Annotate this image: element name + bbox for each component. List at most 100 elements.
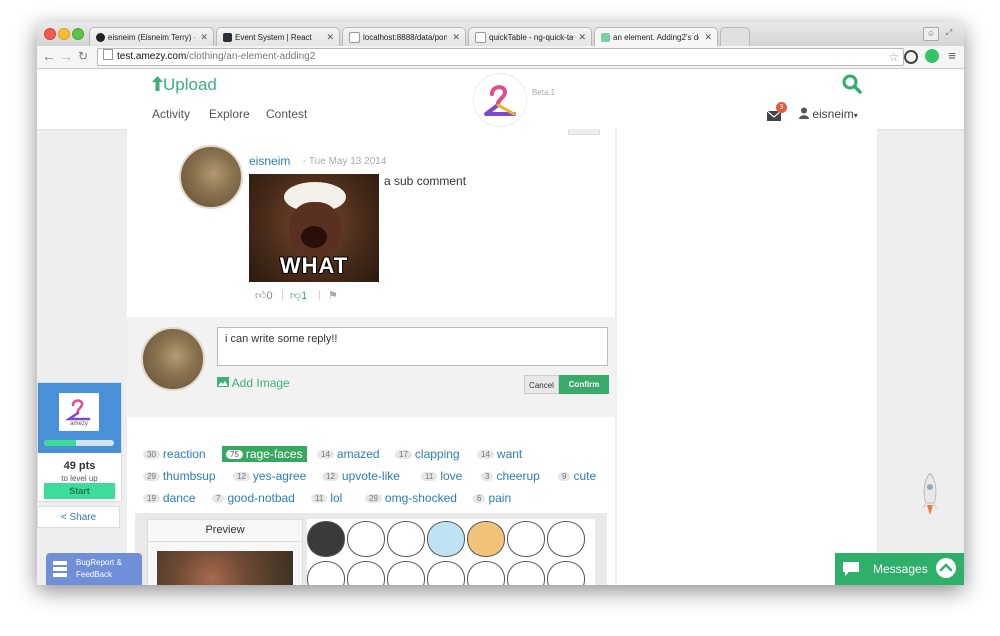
close-tab-icon[interactable]: ✕ — [200, 32, 208, 43]
rage-face-item[interactable] — [387, 521, 425, 557]
nav-contest[interactable]: Contest — [266, 107, 307, 121]
close-tab-icon[interactable]: ✕ — [704, 32, 712, 43]
tag-item[interactable]: 12 upvote-like — [322, 469, 400, 483]
confirm-button[interactable]: Confirm — [559, 375, 609, 394]
tag-item[interactable]: 29 thumbsup — [143, 469, 216, 483]
upvote-count: 0 — [266, 290, 273, 302]
tag-item[interactable]: 6 pain — [473, 491, 511, 505]
add-image-label: Add Image — [231, 376, 290, 390]
tag-item[interactable]: 75 rage-faces — [222, 446, 307, 462]
rocket-icon[interactable] — [917, 472, 943, 522]
browser-tab-active[interactable]: an element. Adding2's det ✕ — [594, 27, 718, 46]
url-path: /clothing/an-element-adding2 — [186, 51, 316, 62]
tag-item[interactable]: 19 dance — [143, 491, 196, 505]
tag-item[interactable]: 14 amazed — [317, 447, 380, 461]
tag-item[interactable]: 14 want — [477, 447, 522, 461]
rage-face-item[interactable] — [427, 561, 465, 585]
rage-face-item[interactable] — [347, 561, 385, 585]
browser-tab[interactable]: eisneim (Eisneim Terry) · G ✕ — [89, 27, 214, 46]
tag-item[interactable]: 11 love — [421, 469, 462, 483]
tag-item[interactable]: 9 cute — [558, 469, 596, 483]
page-icon — [349, 31, 360, 43]
comment-image[interactable]: WHAT — [249, 174, 379, 282]
mail-count-badge: 3 — [776, 102, 787, 113]
tag-item[interactable]: 17 clapping — [395, 447, 460, 461]
rage-face-item[interactable] — [307, 521, 345, 557]
chevron-up-icon[interactable] — [936, 558, 956, 578]
user-menu[interactable]: eisneim▾ — [799, 107, 858, 121]
close-window-button[interactable] — [44, 28, 56, 40]
back-icon[interactable]: ← — [42, 48, 56, 64]
close-tab-icon[interactable]: ✕ — [578, 32, 586, 43]
tag-item[interactable]: 11 lol — [311, 491, 342, 505]
nav-activity[interactable]: Activity — [152, 107, 190, 121]
close-tab-icon[interactable]: ✕ — [326, 32, 334, 43]
tag-count: 29 — [143, 472, 160, 481]
share-button[interactable]: < Share — [37, 506, 120, 528]
rage-face-item[interactable] — [467, 521, 505, 557]
browser-tab[interactable]: quickTable - ng-quick-tab ✕ — [468, 27, 592, 46]
tag-label: rage-faces — [245, 447, 303, 461]
star-icon[interactable]: ☆ — [888, 49, 899, 65]
rage-face-item[interactable] — [507, 521, 545, 557]
tag-count: 12 — [233, 472, 250, 481]
rage-face-item[interactable] — [547, 521, 585, 557]
evernote-icon[interactable] — [925, 49, 939, 63]
site-logo[interactable] — [473, 73, 527, 127]
upvote-button[interactable]: 👍︎0 — [255, 289, 273, 302]
github-icon — [96, 32, 105, 42]
new-tab-button[interactable] — [720, 27, 750, 46]
minimize-window-button[interactable] — [58, 28, 70, 40]
extension-icon[interactable] — [904, 50, 918, 64]
rage-face-item[interactable] — [507, 561, 545, 585]
upload-button[interactable]: Upload — [152, 75, 217, 95]
avatar[interactable] — [179, 145, 243, 209]
browser-tab[interactable]: localhost:8888/data/portf ✕ — [342, 27, 466, 46]
fullscreen-icon[interactable]: ⤢ — [942, 27, 956, 39]
cancel-button[interactable]: Cancel — [524, 375, 559, 394]
tag-item[interactable]: 3 cheerup — [481, 469, 540, 483]
rage-face-item[interactable] — [307, 561, 345, 585]
browser-tab[interactable]: Event System | React ✕ — [216, 27, 340, 46]
address-bar[interactable]: test.amezy.com/clothing/an-element-addin… — [97, 48, 904, 66]
tag-item[interactable]: 12 yes-agree — [233, 469, 306, 483]
menu-icon[interactable]: ≡ — [945, 49, 959, 63]
tab-label: an element. Adding2's det — [613, 32, 700, 42]
level-header: amezy — [38, 383, 121, 453]
page-icon — [475, 31, 486, 43]
start-button[interactable]: Start — [44, 483, 115, 499]
reply-textarea[interactable]: i can write some reply!! — [217, 327, 608, 366]
tag-label: good-notbad — [227, 491, 295, 505]
maximize-window-button[interactable] — [72, 28, 84, 40]
reload-icon[interactable]: ↻ — [78, 49, 88, 63]
tag-item[interactable]: 7 good-notbad — [212, 491, 295, 505]
avatar[interactable] — [141, 327, 205, 391]
rage-face-item[interactable] — [387, 561, 425, 585]
feedback-label: FeedBack — [76, 570, 113, 579]
add-image-button[interactable]: Add Image — [217, 376, 290, 390]
tag-count: 11 — [311, 494, 328, 503]
nav-explore[interactable]: Explore — [209, 107, 250, 121]
close-tab-icon[interactable]: ✕ — [452, 32, 460, 43]
downvote-button[interactable]: 👎︎1 — [290, 289, 307, 302]
scroll-stub — [568, 129, 600, 135]
rage-face-item[interactable] — [427, 521, 465, 557]
bug-report-button[interactable]: BugReport & FeedBack — [46, 553, 142, 585]
tag-label: amazed — [336, 447, 380, 461]
forward-icon[interactable]: → — [59, 48, 73, 64]
flag-icon[interactable]: ⚑ — [328, 289, 338, 302]
tag-item[interactable]: 30 reaction — [143, 447, 206, 461]
beta-label: Beta.1 — [532, 88, 556, 97]
comment-author-link[interactable]: eisneim — [249, 154, 290, 168]
messages-bar[interactable]: Messages — [835, 553, 964, 585]
tag-label: omg-shocked — [384, 491, 457, 505]
rage-face-item[interactable] — [467, 561, 505, 585]
preview-title: Preview — [205, 524, 245, 536]
user-icon[interactable]: ☺ — [923, 27, 939, 41]
search-icon[interactable] — [842, 74, 862, 99]
chat-icon — [843, 562, 859, 576]
tag-count: 14 — [477, 450, 494, 459]
rage-face-item[interactable] — [347, 521, 385, 557]
tag-item[interactable]: 29 omg-shocked — [365, 491, 457, 505]
rage-face-item[interactable] — [547, 561, 585, 585]
